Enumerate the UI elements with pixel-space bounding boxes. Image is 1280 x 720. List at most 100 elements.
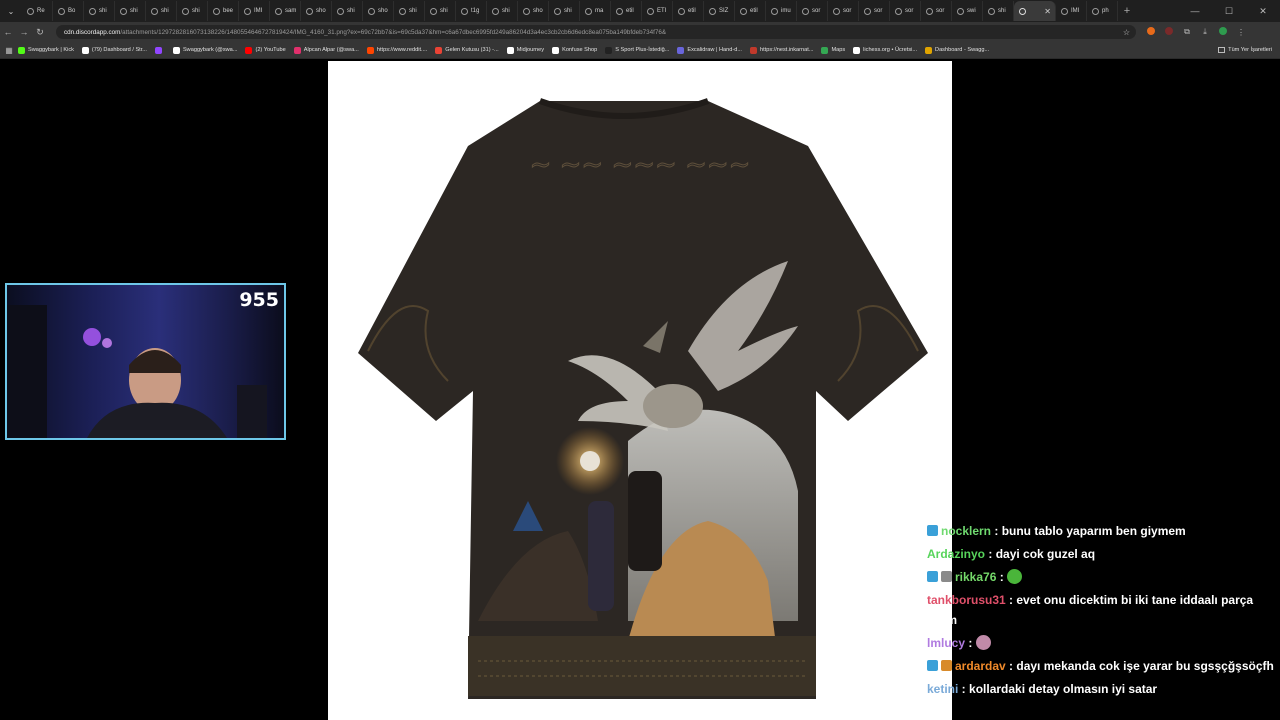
close-tab-icon[interactable]: ✕: [1044, 7, 1051, 16]
chat-badge-icon: [927, 571, 938, 582]
maximize-icon[interactable]: ☐: [1212, 6, 1246, 17]
bookmark-item[interactable]: Maps: [821, 46, 845, 54]
browser-tab[interactable]: sor: [859, 1, 890, 21]
bookmark-item[interactable]: lichess.org • Ücretsi...: [853, 46, 918, 54]
menu-icon[interactable]: ⋮: [1232, 28, 1250, 37]
browser-tab[interactable]: shi: [983, 1, 1014, 21]
browser-tab[interactable]: ph: [1087, 1, 1118, 21]
shirt-script-print: ~ ~~ ~~~ ~~~: [530, 150, 751, 180]
bookmark-favicon-icon: [605, 46, 613, 54]
all-bookmarks-folder[interactable]: Tüm Yer İşaretleri: [1218, 47, 1272, 53]
forward-icon[interactable]: →: [16, 27, 32, 37]
reload-icon[interactable]: ↻: [32, 27, 48, 38]
browser-tab[interactable]: shi: [332, 1, 363, 21]
chat-username[interactable]: ardardav: [955, 659, 1006, 673]
tab-label: sam: [285, 8, 297, 14]
bookmark-favicon-icon: [154, 46, 162, 54]
bookmark-item[interactable]: Konfuse Shop: [552, 46, 597, 54]
tab-label: sho: [316, 8, 326, 14]
tab-label: IMI: [1071, 8, 1080, 14]
browser-tab[interactable]: shi: [549, 1, 580, 21]
browser-tab[interactable]: sor: [828, 1, 859, 21]
browser-tab[interactable]: swi: [952, 1, 983, 21]
browser-tab[interactable]: etil: [735, 1, 766, 21]
profile-avatar-icon[interactable]: [1214, 27, 1232, 37]
browser-tab[interactable]: IMI: [239, 1, 270, 21]
chat-username[interactable]: rikka76: [955, 570, 996, 584]
bookmark-label: lichess.org • Ücretsi...: [863, 47, 918, 53]
bookmark-item[interactable]: Swaggybark | Kick: [18, 46, 74, 54]
browser-tab-active[interactable]: ✕: [1014, 1, 1056, 21]
bookmark-item[interactable]: Excalidraw | Hand-d...: [677, 46, 742, 54]
bookmark-item[interactable]: [154, 46, 165, 54]
browser-tab[interactable]: shi: [425, 1, 456, 21]
chat-username[interactable]: nocklern: [941, 524, 991, 538]
browser-tab[interactable]: sor: [797, 1, 828, 21]
download-icon[interactable]: ⤓: [1196, 27, 1214, 37]
tab-favicon-icon: [430, 7, 437, 15]
apps-grid-icon[interactable]: ▦: [0, 46, 18, 55]
bookmark-item[interactable]: Alpcan Alpar (@swa...: [293, 46, 359, 54]
browser-tab[interactable]: shi: [177, 1, 208, 21]
browser-tab[interactable]: bee: [208, 1, 239, 21]
image-viewer[interactable]: ~ ~~ ~~~ ~~~: [328, 61, 952, 720]
tab-label: shi: [440, 8, 448, 14]
browser-tab[interactable]: sor: [890, 1, 921, 21]
browser-tab[interactable]: etil: [673, 1, 704, 21]
chat-separator: :: [1005, 593, 1017, 607]
bookmark-label: Alpcan Alpar (@swa...: [303, 47, 359, 53]
browser-tab[interactable]: SIZ: [704, 1, 735, 21]
bookmark-item[interactable]: https://www.reddit....: [366, 46, 427, 54]
folder-icon: [1218, 47, 1226, 53]
browser-tab[interactable]: ma: [580, 1, 611, 21]
chat-message: Ardazinyo : dayi cok guzel aq: [927, 544, 1277, 564]
browser-tab[interactable]: Re: [22, 1, 53, 21]
browser-tab[interactable]: IMI: [1056, 1, 1087, 21]
minimize-icon[interactable]: —: [1178, 6, 1212, 17]
browser-tab[interactable]: etil: [611, 1, 642, 21]
browser-tab[interactable]: sho: [363, 1, 394, 21]
browser-tab[interactable]: sho: [518, 1, 549, 21]
browser-tab[interactable]: shi: [487, 1, 518, 21]
chat-badge-icon: [941, 660, 952, 671]
bookmark-item[interactable]: Dashboard - Swagg...: [925, 46, 989, 54]
extension-icon[interactable]: [1160, 27, 1178, 37]
tab-favicon-icon: [368, 7, 375, 15]
browser-tab[interactable]: shi: [84, 1, 115, 21]
browser-tab[interactable]: shi: [115, 1, 146, 21]
viewer-count: 955: [239, 289, 279, 311]
browser-tab[interactable]: shi: [394, 1, 425, 21]
chat-username[interactable]: Ardazinyo: [927, 547, 985, 561]
chat-username[interactable]: lmlucy: [927, 636, 965, 650]
bookmark-star-icon[interactable]: ☆: [1123, 28, 1130, 37]
bookmark-item[interactable]: Swaggybark (@swa...: [172, 46, 237, 54]
browser-tab[interactable]: sor: [921, 1, 952, 21]
browser-tab[interactable]: t1g: [456, 1, 487, 21]
chat-username[interactable]: ketini: [927, 682, 958, 696]
bookmark-item[interactable]: Midjourney: [506, 46, 544, 54]
back-icon[interactable]: ←: [0, 27, 16, 37]
extension-icon[interactable]: [1142, 27, 1160, 37]
browser-tab[interactable]: sho: [301, 1, 332, 21]
bookmark-item[interactable]: S Sport Plus-İstediğ...: [605, 46, 669, 54]
tab-label: shi: [998, 8, 1006, 14]
browser-tab[interactable]: ETI: [642, 1, 673, 21]
bookmark-item[interactable]: https://nest.inkarnat...: [749, 46, 814, 54]
browser-tab[interactable]: shi: [146, 1, 177, 21]
extensions-puzzle-icon[interactable]: ⧉: [1178, 27, 1196, 37]
new-tab-button[interactable]: +: [1118, 5, 1136, 17]
chat-username[interactable]: tankborusu31: [927, 593, 1006, 607]
tab-search-icon[interactable]: ⌄: [0, 1, 22, 21]
bookmark-label: https://nest.inkarnat...: [759, 47, 814, 53]
browser-tab[interactable]: sam: [270, 1, 301, 21]
browser-tab[interactable]: Bo: [53, 1, 84, 21]
bookmark-item[interactable]: Gelen Kutusu (31) -...: [435, 46, 499, 54]
tab-label: shi: [347, 8, 355, 14]
bookmark-item[interactable]: (2) YouTube: [245, 46, 286, 54]
bookmark-item[interactable]: (79) Dashboard / Str...: [81, 46, 147, 54]
tab-favicon-icon: [647, 7, 654, 15]
browser-tab[interactable]: imu: [766, 1, 797, 21]
tab-label: sor: [843, 8, 852, 14]
address-bar[interactable]: cdn.discordapp.com/attachments/129728281…: [56, 25, 1136, 39]
close-window-icon[interactable]: ✕: [1246, 6, 1280, 17]
